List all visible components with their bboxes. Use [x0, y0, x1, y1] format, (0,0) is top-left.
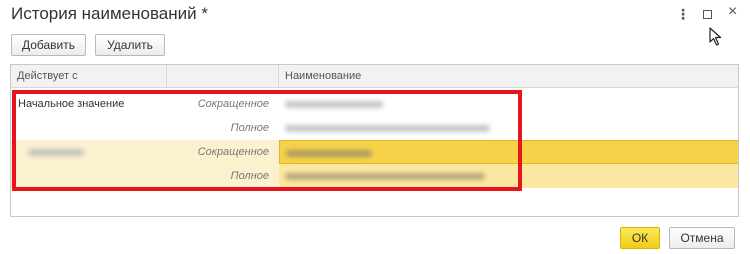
redacted-text — [285, 125, 490, 132]
column-header-effective-from[interactable]: Действует с — [11, 65, 166, 87]
redacted-date — [28, 149, 84, 156]
column-header-name[interactable]: Наименование — [278, 65, 738, 87]
column-header-kind[interactable] — [166, 65, 278, 87]
redacted-text — [285, 173, 485, 180]
add-button[interactable]: Добавить — [11, 34, 86, 56]
ok-button[interactable]: ОК — [620, 227, 660, 249]
delete-button[interactable]: Удалить — [95, 34, 165, 56]
close-icon[interactable]: × — [728, 4, 737, 20]
more-vertical-icon[interactable]: ⋮ — [676, 7, 690, 21]
name-kind-cell: Полное — [230, 122, 269, 134]
name-cell[interactable] — [279, 164, 738, 188]
redacted-text — [286, 150, 372, 157]
name-cell[interactable] — [279, 92, 738, 116]
table-row[interactable]: Начальное значение Сокращенное — [11, 92, 738, 116]
name-kind-cell: Сокращенное — [197, 98, 269, 110]
name-kind-cell: Полное — [230, 170, 269, 182]
effective-from-cell: Начальное значение — [18, 98, 125, 110]
table-row[interactable]: Полное — [11, 116, 738, 140]
name-cell-active[interactable] — [279, 140, 738, 164]
table-row-selected[interactable]: Сокращенное — [11, 140, 738, 164]
table-row-selected[interactable]: Полное — [11, 164, 738, 188]
mouse-cursor-icon — [709, 27, 722, 46]
names-history-table: Действует с Наименование Начальное значе… — [10, 64, 739, 217]
cancel-button[interactable]: Отмена — [669, 227, 735, 249]
redacted-text — [285, 101, 383, 108]
table-header: Действует с Наименование — [11, 65, 738, 88]
name-kind-cell: Сокращенное — [197, 146, 269, 158]
window-title: История наименований * — [11, 4, 208, 23]
name-cell[interactable] — [279, 116, 738, 140]
maximize-icon[interactable] — [703, 10, 712, 19]
